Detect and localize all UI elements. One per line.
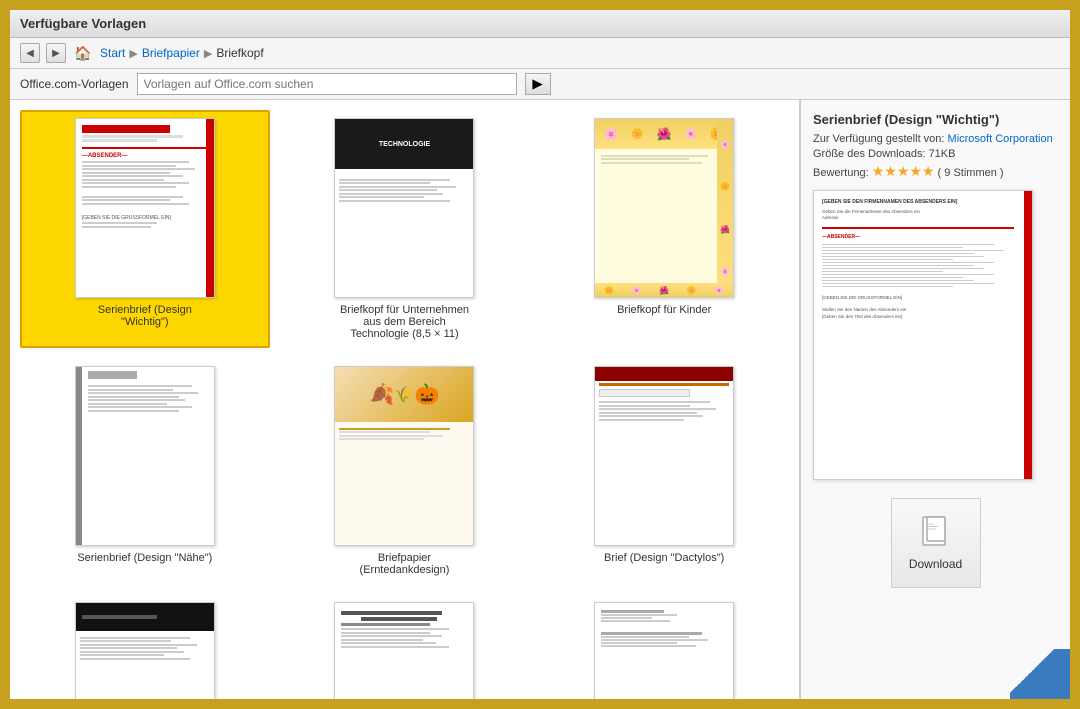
template-thumb-schwarz	[75, 602, 215, 699]
template-item-kinder[interactable]: 🌸 🌼 🌺 🌸 🌼 🌸 �	[539, 110, 789, 348]
template-label-ernte: Briefpapier (Erntedankdesign)	[334, 552, 474, 576]
detail-size-label: Größe des Downloads:	[813, 148, 926, 160]
download-label: Download	[909, 557, 962, 571]
templates-panel: —ABSENDER— [GEBEN SIE	[10, 100, 800, 699]
template-item-nahe[interactable]: Serienbrief (Design "Nähe")	[20, 358, 270, 584]
template-thumb-nahe	[75, 366, 215, 546]
search-label: Office.com-Vorlagen	[20, 77, 129, 91]
detail-provider-row: Zur Verfügung gestellt von: Microsoft Co…	[813, 133, 1058, 145]
back-button[interactable]: ◀	[20, 43, 40, 63]
template-thumb-wichtig: —ABSENDER— [GEBEN SIE	[75, 118, 215, 298]
detail-panel: Serienbrief (Design "Wichtig") Zur Verfü…	[800, 100, 1070, 699]
main-window: Verfügbare Vorlagen ◀ ▶ 🏠 Start ▶ Briefp…	[8, 8, 1072, 701]
main-area: —ABSENDER— [GEBEN SIE	[10, 100, 1070, 699]
detail-size-value: 71KB	[929, 148, 956, 160]
detail-preview: [GEBEN SIE DEN FIRMENNAMEN DES ABSENDERS…	[813, 190, 1033, 480]
breadcrumb-start[interactable]: Start	[100, 46, 125, 60]
home-button[interactable]: 🏠	[72, 42, 94, 64]
templates-grid: —ABSENDER— [GEBEN SIE	[20, 110, 789, 699]
breadcrumb-briefkopf: Briefkopf	[216, 46, 263, 60]
download-button[interactable]: Download	[891, 498, 981, 588]
template-thumb-technologie: TECHNOLOGIE	[334, 118, 474, 298]
search-bar: Office.com-Vorlagen ▶	[10, 69, 1070, 100]
breadcrumb: Start ▶ Briefpapier ▶ Briefkopf	[100, 46, 264, 60]
template-label-wichtig: Serienbrief (Design "Wichtig")	[75, 304, 215, 328]
template-thumb-dactylos	[594, 366, 734, 546]
breadcrumb-briefpapier[interactable]: Briefpapier	[142, 46, 200, 60]
detail-rating-label: Bewertung:	[813, 167, 869, 179]
template-item-wichtig[interactable]: —ABSENDER— [GEBEN SIE	[20, 110, 270, 348]
template-item-stufe[interactable]: Briefkopf (mit Stufe)	[280, 594, 530, 699]
template-label-dactylos: Brief (Design "Dactylos")	[604, 552, 724, 564]
template-label-nahe: Serienbrief (Design "Nähe")	[77, 552, 212, 564]
template-thumb-kinder: 🌸 🌼 🌺 🌸 🌼 🌸 �	[594, 118, 734, 298]
detail-size-row: Größe des Downloads: 71KB	[813, 148, 1058, 160]
template-label-technologie: Briefkopf für Unternehmen aus dem Bereic…	[334, 304, 474, 340]
forward-button[interactable]: ▶	[46, 43, 66, 63]
detail-provider-link[interactable]: Microsoft Corporation	[948, 133, 1053, 145]
search-go-icon: ▶	[532, 76, 542, 92]
detail-rating-row: Bewertung: ★★★★★ ( 9 Stimmen )	[813, 163, 1058, 180]
template-label-kinder: Briefkopf für Kinder	[617, 304, 711, 316]
detail-votes: ( 9 Stimmen )	[938, 167, 1004, 179]
template-item-umschlag[interactable]: Briefkopf und Umschlag	[539, 594, 789, 699]
nav-bar: ◀ ▶ 🏠 Start ▶ Briefpapier ▶ Briefkopf	[10, 38, 1070, 69]
template-item-ernte[interactable]: 🍂 🌾 🎃 Briefpapier (Erntedankdesign)	[280, 358, 530, 584]
template-item-technologie[interactable]: TECHNOLOGIE Briefkopf für Unternehm	[280, 110, 530, 348]
detail-title: Serienbrief (Design "Wichtig")	[813, 112, 1058, 127]
detail-provider-label: Zur Verfügung gestellt von:	[813, 133, 944, 145]
detail-stars: ★★★★★	[872, 163, 935, 179]
template-item-dactylos[interactable]: Brief (Design "Dactylos")	[539, 358, 789, 584]
download-icon	[922, 516, 950, 553]
template-item-schwarz[interactable]: Serienbrief (Design "Schwarzes Band")	[20, 594, 270, 699]
search-go-button[interactable]: ▶	[525, 73, 551, 95]
window-title: Verfügbare Vorlagen	[20, 16, 146, 31]
template-thumb-stufe	[334, 602, 474, 699]
template-thumb-ernte: 🍂 🌾 🎃	[334, 366, 474, 546]
search-input[interactable]	[137, 73, 517, 95]
template-thumb-umschlag	[594, 602, 734, 699]
title-bar: Verfügbare Vorlagen	[10, 10, 1070, 38]
